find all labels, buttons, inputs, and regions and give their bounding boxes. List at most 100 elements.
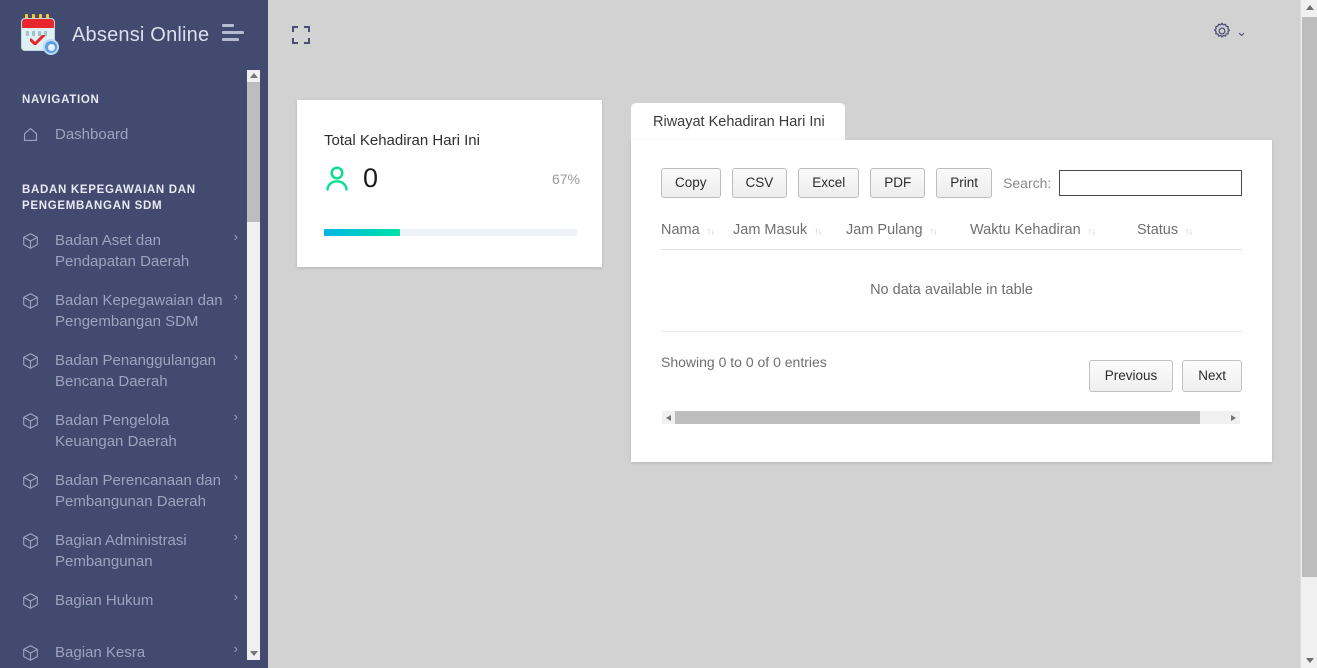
search-area: Search: (1003, 170, 1243, 196)
column-header-status[interactable]: Status ↑↓ (1137, 222, 1207, 238)
sidebar-item-label: Badan Kepegawaian dan Pengembangan SDM (55, 292, 223, 331)
column-label: Nama (661, 222, 700, 238)
cube-icon (22, 642, 42, 663)
chevron-right-icon: › (233, 529, 238, 545)
sidebar-nav: NAVIGATION Dashboard BADAN KEPEGAWAIAN D… (0, 68, 268, 668)
sidebar-item-label: Badan Aset dan Pendapatan Daerah (55, 232, 190, 271)
chevron-right-icon: › (233, 229, 238, 245)
next-page-button[interactable]: Next (1182, 360, 1242, 392)
column-header-waktu-kehadiran[interactable]: Waktu Kehadiran ↑↓ (970, 222, 1137, 238)
chevron-right-icon: › (233, 409, 238, 425)
attendance-count: 0 (363, 163, 379, 193)
column-header-jam-masuk[interactable]: Jam Masuk ↑↓ (733, 222, 846, 238)
scroll-left-arrow-icon[interactable] (662, 411, 675, 424)
sidebar-item-badan-aset-dan-pendapatan-daerah[interactable]: Badan Aset dan Pendapatan Daerah › (0, 221, 268, 281)
sort-arrows-icon: ↑↓ (814, 226, 822, 236)
page-scroll-down-arrow-icon[interactable] (1305, 658, 1314, 663)
sidebar-item-bagian-kesra[interactable]: Bagian Kesra › (0, 633, 268, 668)
nav-group-header: BADAN KEPEGAWAIAN DAN PENGEMBANGAN SDM (22, 183, 196, 213)
cube-icon (22, 350, 42, 371)
chevron-right-icon: › (233, 589, 238, 605)
pagination: Previous Next (1080, 360, 1242, 392)
sort-arrows-icon: ↑↓ (706, 226, 715, 236)
column-header-jam-pulang[interactable]: Jam Pulang ↑↓ (846, 222, 970, 238)
topbar: ⌄ (268, 0, 1297, 70)
column-header-nama[interactable]: Nama ↑↓ (661, 222, 733, 238)
scroll-up-arrow-icon[interactable] (250, 73, 258, 78)
scroll-down-arrow-icon[interactable] (250, 651, 258, 656)
sidebar-item-badan-pengelola-keuangan-daerah[interactable]: Badan Pengelola Keuangan Daerah › (0, 401, 268, 461)
sidebar-item-badan-kepegawaian-dan-pengembangan-sdm[interactable]: Badan Kepegawaian dan Pengembangan SDM › (0, 281, 268, 341)
nav-section-header: NAVIGATION (22, 94, 100, 106)
print-button[interactable]: Print (936, 168, 993, 198)
chevron-right-icon: › (233, 289, 238, 305)
pdf-button[interactable]: PDF (870, 168, 926, 198)
brand-header: Absensi Online (0, 0, 268, 70)
person-icon (326, 166, 348, 191)
sidebar-item-dashboard[interactable]: Dashboard (0, 115, 268, 154)
cube-icon (22, 230, 42, 251)
sidebar-scrollbar-thumb[interactable] (247, 82, 260, 222)
chevron-right-icon: › (233, 641, 238, 657)
table-empty-message: No data available in table (661, 250, 1242, 332)
table-horizontal-scrollbar[interactable] (662, 411, 1240, 424)
total-attendance-card: Total Kehadiran Hari Ini 0 67% (297, 100, 602, 267)
cube-icon (22, 530, 42, 551)
column-label: Status (1137, 222, 1179, 238)
main-content: Total Kehadiran Hari Ini 0 67% Riwayat K… (268, 70, 1297, 668)
cube-icon (22, 410, 42, 431)
entries-info: Showing 0 to 0 of 0 entries (661, 354, 827, 370)
hamburger-menu-icon[interactable] (222, 24, 246, 44)
column-label: Jam Pulang (846, 222, 923, 238)
chevron-right-icon: › (233, 349, 238, 365)
progress-bar-track (324, 229, 577, 236)
search-label: Search: (1003, 175, 1052, 191)
sidebar-item-bagian-hukum[interactable]: Bagian Hukum › (0, 581, 268, 633)
table-header-row: Nama ↑↓ Jam Masuk ↑↓ Jam Pulang ↑↓ Waktu… (661, 222, 1242, 250)
home-icon (22, 124, 42, 145)
sidebar-item-label: Badan Perencanaan dan Pembangunan Daerah (55, 472, 221, 511)
sidebar-item-label: Dashboard (55, 125, 129, 143)
column-label: Jam Masuk (733, 222, 808, 238)
card-value-row: 0 67% (297, 149, 602, 192)
page-scrollbar[interactable] (1300, 0, 1317, 668)
sidebar-item-badan-perencanaan-dan-pembangunan-daerah[interactable]: Badan Perencanaan dan Pembangunan Daerah… (0, 461, 268, 521)
sidebar-scrollbar[interactable] (247, 70, 260, 660)
sidebar-item-badan-penanggulangan-bencana-daerah[interactable]: Badan Penanggulangan Bencana Daerah › (0, 341, 268, 401)
card-title: Total Kehadiran Hari Ini (324, 132, 480, 149)
table-toolbar: Copy CSV Excel PDF Print Search: (661, 168, 1243, 198)
csv-button[interactable]: CSV (731, 168, 788, 198)
chevron-right-icon: › (233, 469, 238, 485)
copy-button[interactable]: Copy (661, 168, 721, 198)
table-scrollbar-thumb[interactable] (675, 411, 1200, 424)
progress-bar-fill (324, 229, 400, 236)
cube-icon (22, 590, 42, 611)
sidebar-item-label: Bagian Kesra (55, 644, 146, 662)
sidebar-item-label: Badan Penanggulangan Bencana Daerah (55, 352, 216, 391)
sidebar-item-label: Bagian Hukum (55, 592, 154, 610)
page-scroll-up-arrow-icon[interactable] (1305, 5, 1314, 10)
scroll-right-arrow-icon[interactable] (1227, 411, 1240, 424)
sidebar-item-label: Bagian Administrasi Pembangunan (55, 532, 187, 571)
attendance-percent: 67% (551, 170, 580, 187)
gear-icon (1214, 22, 1231, 38)
calendar-check-clock-icon (20, 14, 59, 55)
sidebar-item-label: Badan Pengelola Keuangan Daerah (55, 412, 177, 451)
table-footer: Showing 0 to 0 of 0 entries Previous Nex… (661, 354, 1242, 392)
chevron-down-icon: ⌄ (1236, 23, 1247, 39)
panel-tab-bar: Riwayat Kehadiran Hari Ini (631, 103, 845, 141)
excel-button[interactable]: Excel (798, 168, 860, 198)
search-input[interactable] (1059, 170, 1243, 196)
sidebar-item-bagian-administrasi-pembangunan[interactable]: Bagian Administrasi Pembangunan › (0, 521, 268, 581)
settings-menu-button[interactable]: ⌄ (1213, 22, 1247, 40)
page-scrollbar-thumb[interactable] (1302, 17, 1317, 577)
previous-page-button[interactable]: Previous (1088, 360, 1174, 392)
fullscreen-expand-icon[interactable] (292, 26, 310, 44)
app-title: Absensi Online (72, 23, 210, 46)
page-root: Absensi Online NAVIGATION Dashboard BADA… (0, 0, 1317, 668)
sort-arrows-icon: ↑↓ (929, 226, 938, 236)
tab-riwayat-kehadiran[interactable]: Riwayat Kehadiran Hari Ini (631, 103, 845, 140)
attendance-history-panel: Copy CSV Excel PDF Print Search: Nama ↑↓ (631, 140, 1272, 462)
sort-arrows-icon: ↑↓ (1185, 226, 1193, 236)
sort-arrows-icon: ↑↓ (1087, 226, 1096, 236)
